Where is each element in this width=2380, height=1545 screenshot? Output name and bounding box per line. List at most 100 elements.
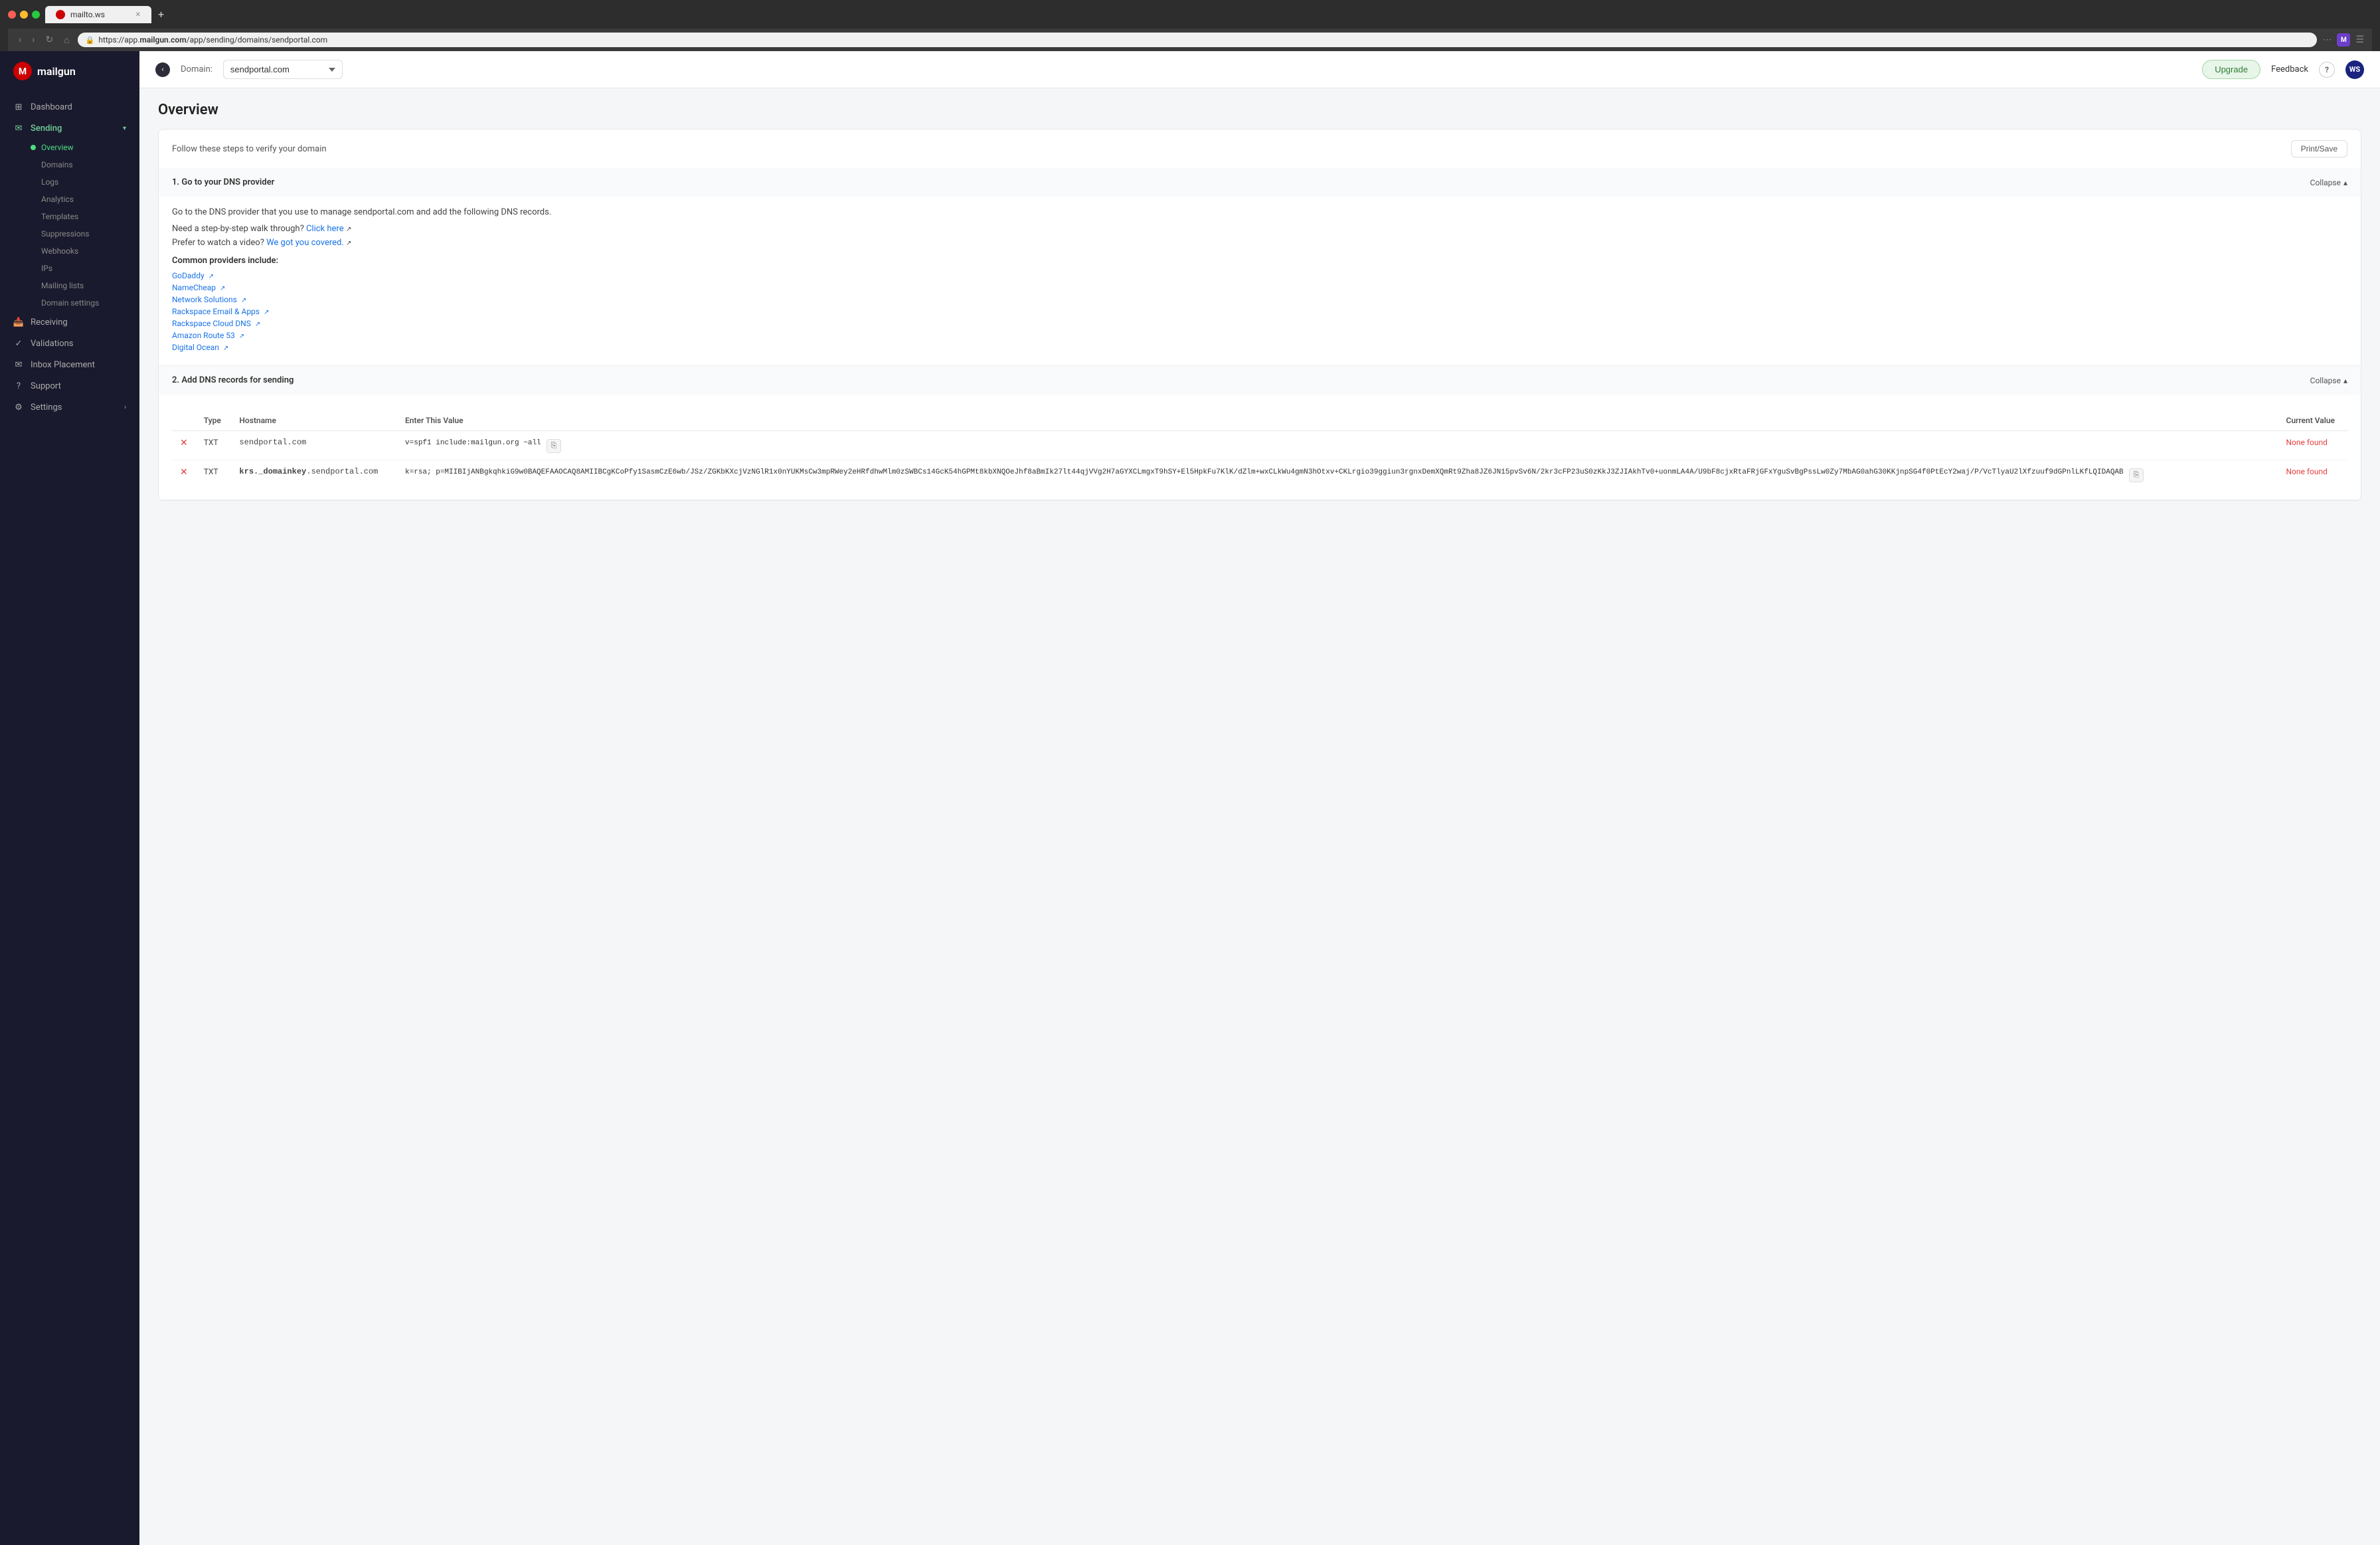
sidebar-item-domains[interactable]: Domains	[0, 156, 139, 173]
col-current-value: Current Value	[2278, 410, 2347, 431]
walkthrough-text: Need a step-by-step walk through?	[172, 224, 304, 234]
sidebar-item-analytics[interactable]: Analytics	[0, 191, 139, 208]
svg-text:M: M	[19, 66, 27, 77]
tab-close-button[interactable]: ✕	[135, 11, 141, 19]
step2-content: Type Hostname Enter This Value Current V…	[159, 395, 2361, 500]
sidebar-analytics-label: Analytics	[41, 195, 74, 204]
mail-icon: ✉	[13, 359, 24, 370]
sidebar-templates-label: Templates	[41, 212, 78, 221]
tab-title: mailto.ws	[70, 10, 105, 19]
sidebar-item-domain-settings[interactable]: Domain settings	[0, 294, 139, 312]
sidebar-item-dashboard[interactable]: ⊞ Dashboard	[0, 96, 139, 118]
sidebar-item-receiving[interactable]: 📥 Receiving	[0, 312, 139, 333]
upgrade-button[interactable]: Upgrade	[2202, 60, 2260, 79]
active-tab[interactable]: mailto.ws ✕	[45, 6, 151, 23]
sidebar-item-settings[interactable]: ⚙ Settings ›	[0, 397, 139, 418]
ext-link-icon: ↗	[209, 273, 214, 280]
extensions-button[interactable]: ⋯	[2322, 35, 2332, 45]
step1-collapse-label: Collapse	[2310, 178, 2341, 187]
ext-link-icon: ↗	[241, 297, 246, 304]
sidebar-item-sending[interactable]: ✉ Sending ▾	[0, 118, 139, 139]
click-here-link[interactable]: Click here	[306, 224, 344, 234]
top-header: ‹ Domain: sendportal.com Upgrade Feedbac…	[139, 51, 2380, 88]
copy-button-2[interactable]: ⎘	[2129, 468, 2144, 482]
print-save-button[interactable]: Print/Save	[2291, 140, 2347, 157]
page-header: Overview	[139, 88, 2380, 129]
url-text: https://app.mailgun.com/app/sending/doma…	[98, 35, 327, 45]
provider-rackspace-cloud[interactable]: Rackspace Cloud DNS ↗	[172, 319, 2347, 328]
close-traffic-light[interactable]	[8, 11, 16, 19]
provider-namecheap[interactable]: NameCheap ↗	[172, 283, 2347, 292]
video-link[interactable]: We got you covered.	[266, 238, 344, 248]
error-icon: ✕	[180, 438, 188, 448]
ext-link-icon-2: ↗	[346, 240, 351, 247]
url-bar[interactable]: 🔒 https://app.mailgun.com/app/sending/do…	[78, 33, 2318, 47]
maximize-traffic-light[interactable]	[32, 11, 40, 19]
step1-header: 1. Go to your DNS provider Collapse ▴	[159, 168, 2361, 197]
sidebar-collapse-button[interactable]: ‹	[155, 62, 170, 77]
minimize-traffic-light[interactable]	[20, 11, 28, 19]
sidebar-inbox-placement-label: Inbox Placement	[31, 360, 126, 370]
home-button[interactable]: ⌂	[61, 33, 72, 47]
forward-button[interactable]: ›	[29, 33, 37, 46]
table-row: ✕ TXT krs._domainkey.sendportal.com k=rs…	[172, 460, 2347, 490]
row2-value-cell: k=rsa; p=MIIBIjANBgkqhkiG9w0BAQEFAAOCAQ8…	[397, 460, 2278, 490]
new-tab-button[interactable]: +	[153, 5, 169, 23]
feedback-button[interactable]: Feedback	[2271, 64, 2308, 74]
sidebar-item-suppressions[interactable]: Suppressions	[0, 225, 139, 242]
help-button[interactable]: ?	[2319, 62, 2335, 78]
back-button[interactable]: ‹	[16, 33, 24, 46]
hostname-suffix: .sendportal.com	[306, 467, 378, 476]
table-row: ✕ TXT sendportal.com v=spf1 include:mail…	[172, 431, 2347, 460]
menu-button[interactable]: ☰	[2355, 35, 2364, 45]
chevron-down-icon: ▾	[123, 125, 126, 132]
provider-digital-ocean[interactable]: Digital Ocean ↗	[172, 343, 2347, 352]
step1-collapse-button[interactable]: Collapse ▴	[2310, 178, 2347, 187]
sidebar: M mailgun ⊞ Dashboard ✉ Sending ▾ Overvi…	[0, 51, 139, 1545]
sidebar-settings-label: Settings	[31, 403, 118, 412]
ext-link-icon: ↗	[223, 345, 228, 352]
sidebar-item-logs[interactable]: Logs	[0, 173, 139, 191]
sidebar-support-label: Support	[31, 381, 126, 391]
follow-steps-text: Follow these steps to verify your domain	[172, 144, 327, 154]
url-path: /app/sending/domains/sendportal.com	[187, 35, 328, 45]
provider-rackspace-email[interactable]: Rackspace Email & Apps ↗	[172, 307, 2347, 316]
sidebar-item-validations[interactable]: ✓ Validations	[0, 333, 139, 354]
step2-collapse-button[interactable]: Collapse ▴	[2310, 376, 2347, 385]
provider-network-solutions[interactable]: Network Solutions ↗	[172, 295, 2347, 304]
page-title: Overview	[158, 102, 2361, 118]
ext-link-icon: ↗	[264, 309, 269, 316]
row1-hostname: sendportal.com	[231, 431, 397, 460]
row1-type: TXT	[196, 431, 232, 460]
ext-link-icon-1: ↗	[346, 226, 351, 233]
sidebar-item-mailing-lists[interactable]: Mailing lists	[0, 277, 139, 294]
sidebar-item-inbox-placement[interactable]: ✉ Inbox Placement	[0, 354, 139, 375]
sidebar-item-templates[interactable]: Templates	[0, 208, 139, 225]
none-found-badge-2: None found	[2286, 467, 2327, 476]
sidebar-item-webhooks[interactable]: Webhooks	[0, 242, 139, 260]
reload-button[interactable]: ↻	[42, 33, 56, 46]
sidebar-receiving-label: Receiving	[31, 318, 126, 327]
mailgun-logo-icon: M	[13, 62, 32, 80]
step1-walkthrough: Need a step-by-step walk through? Click …	[172, 224, 2347, 234]
gear-icon: ⚙	[13, 402, 24, 412]
step1-content: Go to the DNS provider that you use to m…	[159, 197, 2361, 365]
sidebar-webhooks-label: Webhooks	[41, 246, 78, 256]
domain-select[interactable]: sendportal.com	[223, 60, 343, 79]
row2-hostname: krs._domainkey.sendportal.com	[231, 460, 397, 490]
sidebar-item-ips[interactable]: IPs	[0, 260, 139, 277]
active-dot	[31, 145, 36, 150]
sidebar-item-overview[interactable]: Overview	[0, 139, 139, 156]
copy-button-1[interactable]: ⎘	[547, 439, 562, 453]
avatar[interactable]: WS	[2345, 60, 2364, 79]
logo: M mailgun	[0, 51, 139, 91]
sidebar-item-support[interactable]: ? Support	[0, 375, 139, 397]
sidebar-domain-settings-label: Domain settings	[41, 298, 99, 308]
lock-icon: 🔒	[86, 36, 95, 45]
provider-godaddy[interactable]: GoDaddy ↗	[172, 271, 2347, 280]
col-type: Type	[196, 410, 232, 431]
url-domain: mailgun.com	[139, 35, 186, 45]
send-icon: ✉	[13, 123, 24, 134]
provider-amazon-route53[interactable]: Amazon Route 53 ↗	[172, 331, 2347, 340]
sidebar-item-label: Dashboard	[31, 102, 126, 112]
